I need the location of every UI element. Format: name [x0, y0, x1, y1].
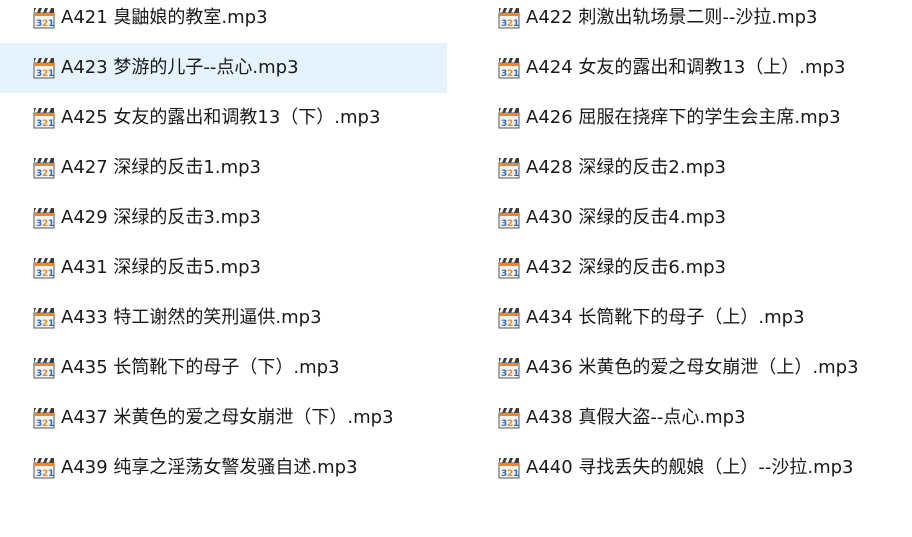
- svg-text:1: 1: [48, 219, 54, 229]
- file-name-label: A434 长筒靴下的母子（上）.mp3: [526, 307, 805, 328]
- media-player-file-icon: 3 2 1: [498, 458, 520, 479]
- media-player-file-icon: 3 2 1: [33, 108, 55, 129]
- file-name-label: A428 深绿的反击2.mp3: [526, 157, 726, 178]
- file-item-2[interactable]: 3 2 1 A422 刺激出轨场景二则--沙拉.mp3: [463, 0, 912, 43]
- file-name-label: A433 特工谢然的笑刑逼供.mp3: [61, 307, 322, 328]
- svg-text:1: 1: [48, 369, 54, 379]
- svg-text:1: 1: [48, 419, 54, 429]
- file-item-9[interactable]: 3 2 1 A429 深绿的反击3.mp3: [0, 193, 447, 243]
- file-item-20[interactable]: 3 2 1 A440 寻找丢失的舰娘（上）--沙拉.mp3: [463, 443, 912, 493]
- file-item-7[interactable]: 3 2 1 A427 深绿的反击1.mp3: [0, 143, 447, 193]
- svg-text:1: 1: [48, 119, 54, 129]
- media-player-file-icon: 3 2 1: [33, 408, 55, 429]
- media-player-file-icon: 3 2 1: [498, 308, 520, 329]
- file-name-label: A436 米黄色的爱之母女崩泄（上）.mp3: [526, 357, 859, 378]
- media-player-file-icon: 3 2 1: [498, 408, 520, 429]
- file-name-label: A439 纯享之淫荡女警发骚自述.mp3: [61, 457, 358, 478]
- file-name-label: A424 女友的露出和调教13（上）.mp3: [526, 57, 846, 78]
- media-player-file-icon: 3 2 1: [498, 358, 520, 379]
- media-player-file-icon: 3 2 1: [33, 308, 55, 329]
- file-item-17[interactable]: 3 2 1 A437 米黄色的爱之母女崩泄（下）.mp3: [0, 393, 447, 443]
- svg-text:1: 1: [513, 369, 519, 379]
- file-name-label: A426 屈服在挠痒下的学生会主席.mp3: [526, 107, 841, 128]
- file-name-label: A437 米黄色的爱之母女崩泄（下）.mp3: [61, 407, 394, 428]
- file-name-label: A431 深绿的反击5.mp3: [61, 257, 261, 278]
- svg-text:1: 1: [513, 419, 519, 429]
- file-list-view: 3 2 1 A421 臭鼬娘的教室.mp3 3 2 1 A422 刺激出轨场景二…: [0, 0, 912, 493]
- file-item-12[interactable]: 3 2 1 A432 深绿的反击6.mp3: [463, 243, 912, 293]
- file-item-11[interactable]: 3 2 1 A431 深绿的反击5.mp3: [0, 243, 447, 293]
- file-item-8[interactable]: 3 2 1 A428 深绿的反击2.mp3: [463, 143, 912, 193]
- file-name-label: A440 寻找丢失的舰娘（上）--沙拉.mp3: [526, 457, 854, 478]
- file-item-6[interactable]: 3 2 1 A426 屈服在挠痒下的学生会主席.mp3: [463, 93, 912, 143]
- media-player-file-icon: 3 2 1: [33, 58, 55, 79]
- file-item-19[interactable]: 3 2 1 A439 纯享之淫荡女警发骚自述.mp3: [0, 443, 447, 493]
- file-name-label: A435 长筒靴下的母子（下）.mp3: [61, 357, 340, 378]
- file-item-5[interactable]: 3 2 1 A425 女友的露出和调教13（下）.mp3: [0, 93, 447, 143]
- file-item-3[interactable]: 3 2 1 A423 梦游的儿子--点心.mp3: [0, 43, 447, 93]
- file-name-label: A438 真假大盗--点心.mp3: [526, 407, 746, 428]
- svg-text:1: 1: [513, 119, 519, 129]
- svg-text:1: 1: [48, 469, 54, 479]
- media-player-file-icon: 3 2 1: [498, 208, 520, 229]
- svg-text:1: 1: [48, 69, 54, 79]
- media-player-file-icon: 3 2 1: [498, 258, 520, 279]
- media-player-file-icon: 3 2 1: [498, 58, 520, 79]
- media-player-file-icon: 3 2 1: [33, 458, 55, 479]
- file-item-1[interactable]: 3 2 1 A421 臭鼬娘的教室.mp3: [0, 0, 447, 43]
- file-item-14[interactable]: 3 2 1 A434 长筒靴下的母子（上）.mp3: [463, 293, 912, 343]
- file-item-18[interactable]: 3 2 1 A438 真假大盗--点心.mp3: [463, 393, 912, 443]
- file-item-15[interactable]: 3 2 1 A435 长筒靴下的母子（下）.mp3: [0, 343, 447, 393]
- svg-text:1: 1: [48, 319, 54, 329]
- svg-text:1: 1: [48, 169, 54, 179]
- media-player-file-icon: 3 2 1: [33, 258, 55, 279]
- file-name-label: A422 刺激出轨场景二则--沙拉.mp3: [526, 7, 818, 28]
- media-player-file-icon: 3 2 1: [33, 208, 55, 229]
- file-name-label: A427 深绿的反击1.mp3: [61, 157, 261, 178]
- file-name-label: A429 深绿的反击3.mp3: [61, 207, 261, 228]
- file-name-label: A432 深绿的反击6.mp3: [526, 257, 726, 278]
- svg-text:1: 1: [48, 19, 54, 29]
- svg-text:1: 1: [513, 469, 519, 479]
- file-item-4[interactable]: 3 2 1 A424 女友的露出和调教13（上）.mp3: [463, 43, 912, 93]
- svg-text:1: 1: [513, 169, 519, 179]
- file-item-10[interactable]: 3 2 1 A430 深绿的反击4.mp3: [463, 193, 912, 243]
- svg-text:1: 1: [513, 19, 519, 29]
- media-player-file-icon: 3 2 1: [498, 158, 520, 179]
- file-name-label: A421 臭鼬娘的教室.mp3: [61, 7, 268, 28]
- media-player-file-icon: 3 2 1: [33, 8, 55, 29]
- file-name-label: A423 梦游的儿子--点心.mp3: [61, 57, 299, 78]
- svg-text:1: 1: [513, 69, 519, 79]
- file-item-13[interactable]: 3 2 1 A433 特工谢然的笑刑逼供.mp3: [0, 293, 447, 343]
- file-name-label: A425 女友的露出和调教13（下）.mp3: [61, 107, 381, 128]
- svg-text:1: 1: [513, 319, 519, 329]
- media-player-file-icon: 3 2 1: [33, 158, 55, 179]
- media-player-file-icon: 3 2 1: [33, 358, 55, 379]
- svg-text:1: 1: [513, 269, 519, 279]
- svg-text:1: 1: [513, 219, 519, 229]
- file-name-label: A430 深绿的反击4.mp3: [526, 207, 726, 228]
- media-player-file-icon: 3 2 1: [498, 108, 520, 129]
- media-player-file-icon: 3 2 1: [498, 8, 520, 29]
- svg-text:1: 1: [48, 269, 54, 279]
- file-item-16[interactable]: 3 2 1 A436 米黄色的爱之母女崩泄（上）.mp3: [463, 343, 912, 393]
